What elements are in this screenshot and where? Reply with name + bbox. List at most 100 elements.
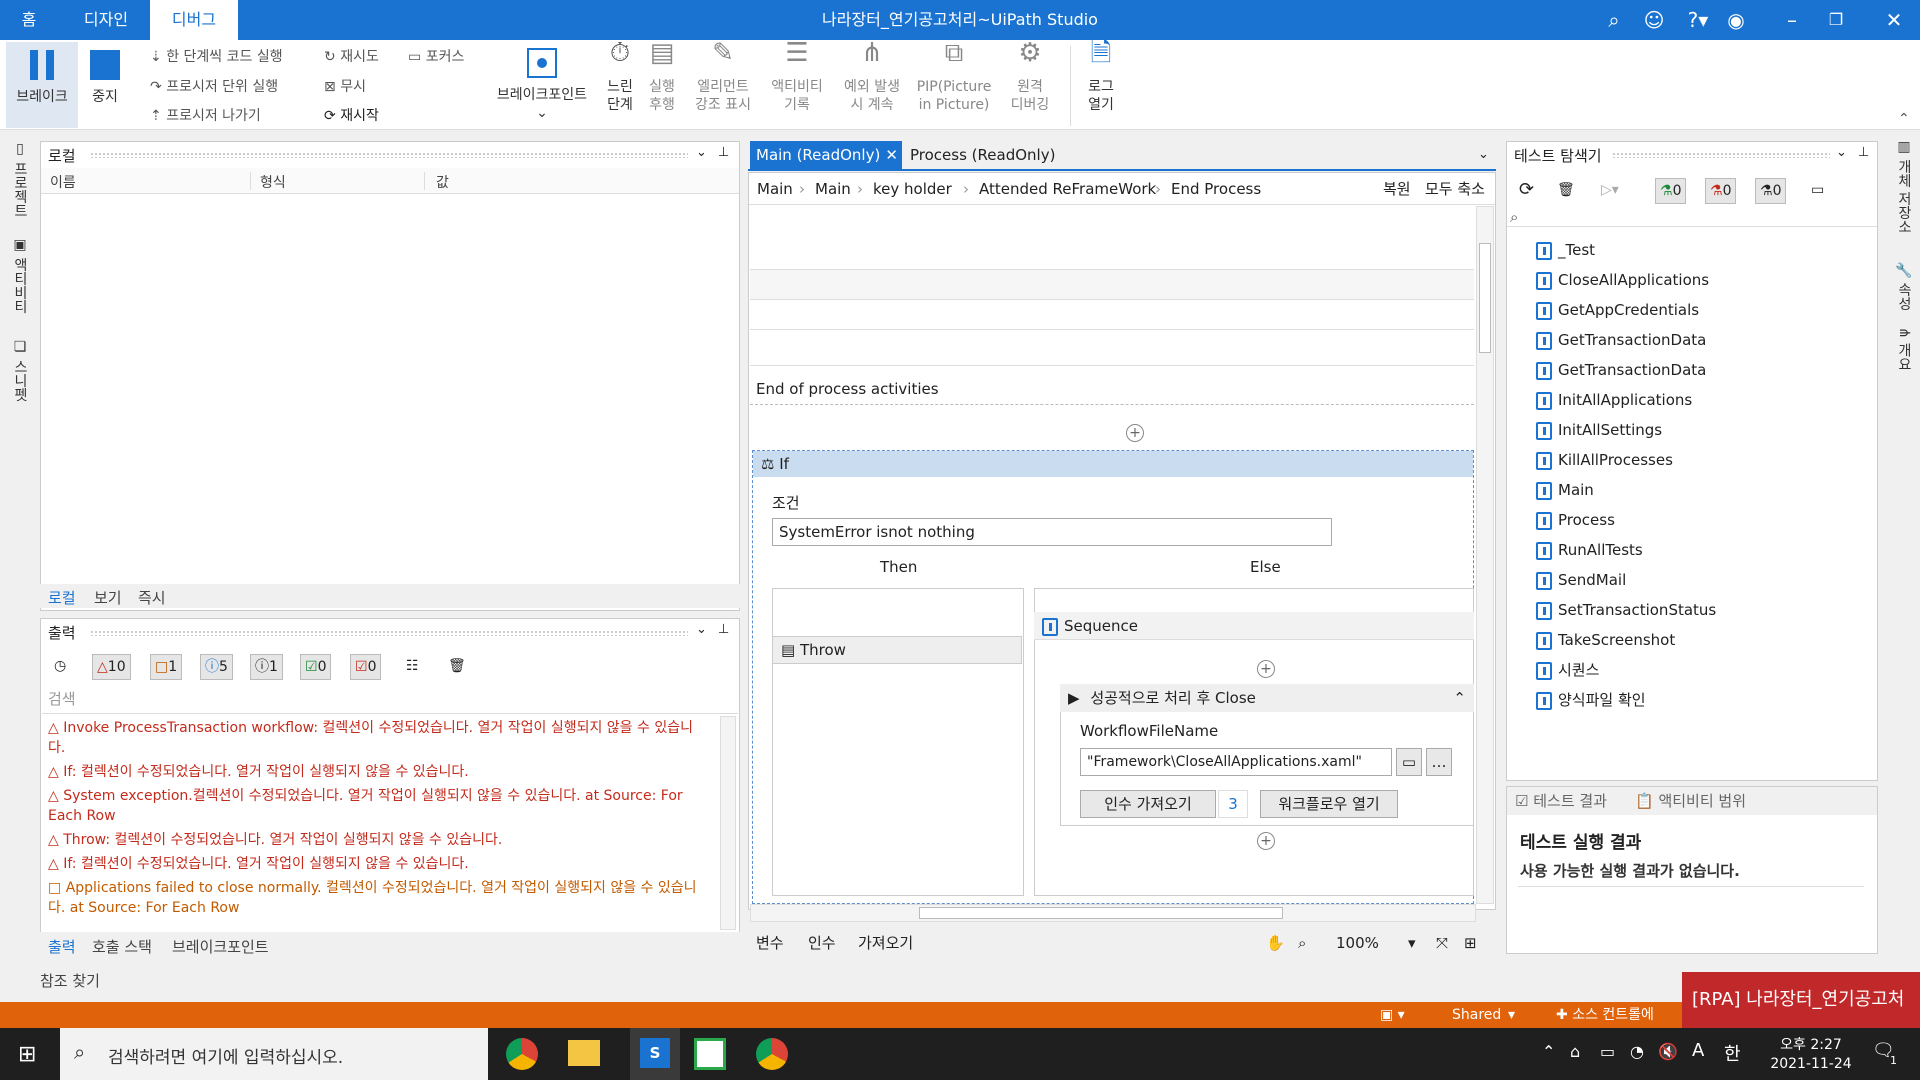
font-indicator[interactable]: A: [1692, 1040, 1704, 1061]
scroll-thumb[interactable]: [919, 907, 1283, 919]
log-line[interactable]: △ Invoke ProcessTransaction workflow: 컬렉…: [48, 718, 708, 758]
tab-design[interactable]: 디자인: [62, 0, 150, 40]
search-icon[interactable]: ⌕: [1298, 928, 1306, 958]
log-activities-button[interactable]: ☰ 액티비티 기록: [764, 40, 830, 128]
chevron-down-icon[interactable]: ⌄: [1836, 145, 1847, 160]
errors-filter[interactable]: △10: [92, 654, 131, 680]
folder-icon[interactable]: ▭: [1396, 748, 1422, 776]
add-activity-icon[interactable]: +: [1126, 424, 1144, 442]
close-icon[interactable]: ✕: [1880, 6, 1908, 34]
open-workflow-button[interactable]: 워크플로우 열기: [1260, 790, 1398, 818]
failed-filter[interactable]: ☑0: [350, 654, 382, 680]
taskbar-search-box[interactable]: ⌕ 검색하려면 여기에 입력하십시오.: [60, 1028, 488, 1080]
rail-properties[interactable]: 🔧 속성: [1894, 261, 1914, 311]
test-item[interactable]: _Test: [1536, 238, 1595, 262]
tab-breakpoints[interactable]: 브레이크포인트: [172, 936, 269, 957]
test-item[interactable]: CloseAllApplications: [1536, 268, 1709, 292]
tab-immediate[interactable]: 즉시: [138, 587, 166, 608]
imports-tab[interactable]: 가져오기: [858, 928, 913, 958]
test-item[interactable]: TakeScreenshot: [1536, 628, 1675, 652]
designer-horizontal-scrollbar[interactable]: [750, 904, 1476, 922]
timestamp-toggle-icon[interactable]: ◷: [50, 654, 70, 680]
overview-icon[interactable]: ⊞: [1464, 928, 1477, 958]
info-filter[interactable]: ⓘ5: [200, 654, 233, 680]
locals-col-name[interactable]: 이름: [50, 172, 76, 192]
trace-filter[interactable]: ⓘ1: [250, 654, 283, 680]
collapse-ribbon-icon[interactable]: ⌃: [1898, 110, 1910, 128]
test-item[interactable]: InitAllApplications: [1536, 388, 1692, 412]
minimize-icon[interactable]: –: [1778, 6, 1806, 34]
locals-col-value[interactable]: 값: [436, 172, 449, 192]
test-item[interactable]: GetAppCredentials: [1536, 298, 1699, 322]
pin-icon[interactable]: ⊥: [718, 145, 729, 160]
fit-screen-icon[interactable]: ⤧: [1436, 928, 1448, 958]
find-references-tab[interactable]: 참조 찾기: [40, 970, 100, 991]
throw-activity[interactable]: ▤ Throw: [772, 636, 1022, 664]
rail-activities[interactable]: ▣ 액티비티: [10, 237, 30, 313]
test-item[interactable]: GetTransactionData: [1536, 328, 1706, 352]
pin-icon[interactable]: ⊥: [718, 622, 729, 637]
file-explorer-icon[interactable]: [568, 1040, 600, 1066]
tab-test-results[interactable]: ☑ 테스트 결과: [1515, 787, 1607, 815]
account-icon[interactable]: ◉: [1722, 6, 1750, 34]
not-run-filter[interactable]: ⚗0: [1755, 178, 1787, 204]
more-button[interactable]: …: [1426, 748, 1452, 776]
breakpoints-button[interactable]: 브레이크포인트 ⌄: [488, 44, 596, 128]
arguments-tab[interactable]: 인수: [808, 928, 836, 958]
breadcrumb-item[interactable]: key holder: [873, 173, 952, 205]
breadcrumb-item[interactable]: End Process: [1171, 173, 1261, 205]
trash-icon[interactable]: 🗑: [1553, 178, 1579, 204]
refresh-icon[interactable]: ⟳: [1515, 178, 1538, 204]
log-line[interactable]: □ Applications failed to close normally.…: [48, 878, 708, 918]
test-item[interactable]: KillAllProcesses: [1536, 448, 1673, 472]
add-to-source-control[interactable]: ✚ 소스 컨트롤에: [1556, 1002, 1654, 1028]
slow-step-button[interactable]: ⏱ 느린 단계: [600, 40, 640, 128]
test-item[interactable]: Main: [1536, 478, 1594, 502]
test-item[interactable]: RunAllTests: [1536, 538, 1643, 562]
uipath-assistant-icon[interactable]: [694, 1038, 726, 1070]
orchestrator-icon[interactable]: ▣ ▾: [1380, 1002, 1405, 1028]
focus-button[interactable]: ▭ 포커스: [408, 48, 464, 66]
tray-network-icon[interactable]: ⌂: [1570, 1042, 1580, 1061]
chrome-icon[interactable]: [506, 1038, 538, 1070]
chevron-down-icon[interactable]: ⌄: [696, 622, 707, 637]
clock-time[interactable]: 오후 2:27: [1774, 1034, 1848, 1054]
variables-tab[interactable]: 변수: [756, 928, 784, 958]
restart-button[interactable]: ⟳ 재시작: [324, 107, 379, 125]
log-line[interactable]: △ System exception.컬렉션이 수정되었습니다. 열거 작업이 …: [48, 786, 708, 826]
tab-call-stack[interactable]: 호출 스택: [92, 936, 152, 957]
continue-on-exception-button[interactable]: ⋔ 예외 발생 시 계속: [836, 40, 908, 128]
filter-list-icon[interactable]: ☷: [402, 654, 423, 680]
scroll-thumb[interactable]: [1479, 243, 1491, 353]
collapse-all-button[interactable]: 모두 축소: [1425, 173, 1485, 205]
test-item[interactable]: Process: [1536, 508, 1615, 532]
rail-snippets[interactable]: ❏ 스니펫: [10, 339, 30, 401]
invoke-header[interactable]: ▶ 성공적으로 처리 후 Close ⌃: [1060, 684, 1474, 712]
clock-date[interactable]: 2021-11-24: [1768, 1056, 1854, 1072]
breadcrumb-item[interactable]: Main: [815, 173, 851, 205]
restore-icon[interactable]: ❐: [1822, 6, 1850, 34]
if-header[interactable]: ⚖ If: [753, 451, 1473, 477]
sequence-header[interactable]: Sequence: [1034, 612, 1474, 640]
test-item[interactable]: SendMail: [1536, 568, 1626, 592]
run-tests-icon[interactable]: ▷▾: [1597, 178, 1623, 204]
shared-folder-select[interactable]: Shared: [1452, 1002, 1501, 1028]
hand-icon[interactable]: ✋: [1266, 928, 1285, 958]
battery-icon[interactable]: ▭: [1600, 1042, 1615, 1061]
notification-popup[interactable]: [RPA] 나라장터_연기공고처: [1682, 972, 1920, 1028]
warnings-filter[interactable]: □1: [150, 654, 183, 680]
search-icon[interactable]: ⌕: [1510, 208, 1518, 226]
chrome-profile-icon[interactable]: [756, 1038, 788, 1070]
chevron-down-icon[interactable]: ⌄: [696, 145, 707, 160]
wifi-icon[interactable]: ◔: [1630, 1042, 1644, 1061]
ime-indicator[interactable]: 한: [1724, 1040, 1741, 1066]
add-activity-icon[interactable]: +: [1257, 660, 1275, 678]
test-item[interactable]: SetTransactionStatus: [1536, 598, 1716, 622]
log-line[interactable]: △ Throw: 컬렉션이 수정되었습니다. 열거 작업이 실행되지 않을 수 …: [48, 830, 708, 850]
log-line[interactable]: △ If: 컬렉션이 수정되었습니다. 열거 작업이 실행되지 않을 수 있습니…: [48, 854, 708, 874]
test-item[interactable]: GetTransactionData: [1536, 358, 1706, 382]
feedback-icon[interactable]: ☺: [1640, 6, 1668, 34]
success-filter[interactable]: ☑0: [300, 654, 332, 680]
rail-project[interactable]: ▯ 프로젝트: [10, 141, 30, 217]
rail-object-repository[interactable]: ▥ 개체 저장소: [1894, 139, 1914, 234]
